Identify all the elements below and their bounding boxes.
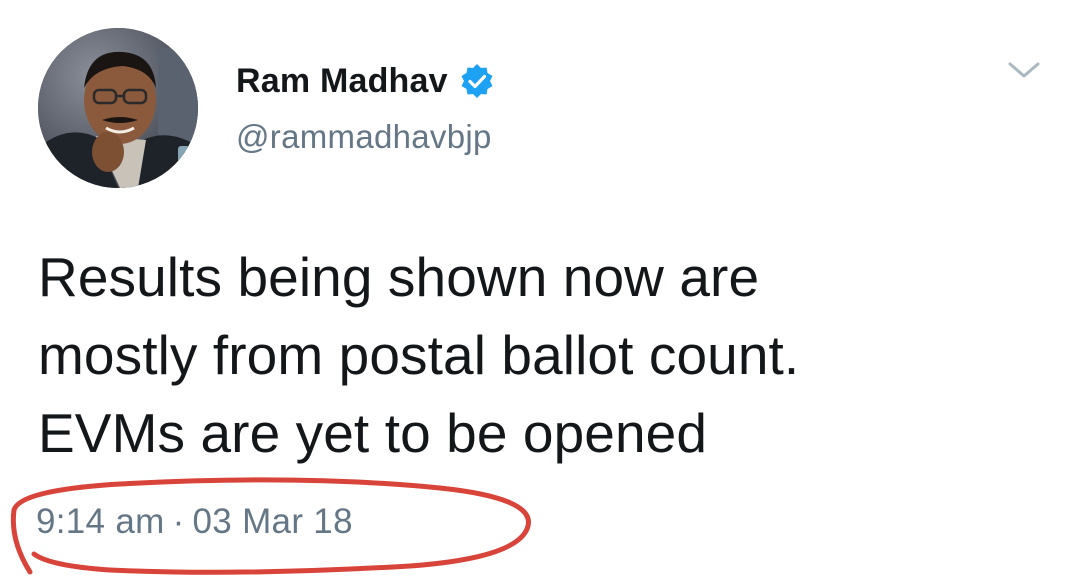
author-handle[interactable]: @rammadhavbjp — [236, 118, 494, 156]
tweet-card: Ram Madhav @rammadhavbjp Results being s… — [0, 0, 1080, 576]
tweet-timestamp[interactable]: 9:14 am · 03 Mar 18 — [36, 502, 353, 542]
avatar[interactable] — [38, 28, 198, 188]
author-display-name[interactable]: Ram Madhav — [236, 62, 448, 101]
author-name-row: Ram Madhav — [236, 58, 494, 104]
author-block: Ram Madhav @rammadhavbjp — [236, 58, 494, 156]
timestamp-separator: · — [172, 502, 185, 541]
tweet-text: Results being shown now are mostly from … — [38, 246, 800, 464]
tweet-date: 03 Mar 18 — [192, 502, 353, 541]
verified-badge-icon — [460, 64, 494, 98]
tweet-time: 9:14 am — [36, 502, 165, 541]
chevron-down-icon[interactable] — [1006, 58, 1042, 82]
